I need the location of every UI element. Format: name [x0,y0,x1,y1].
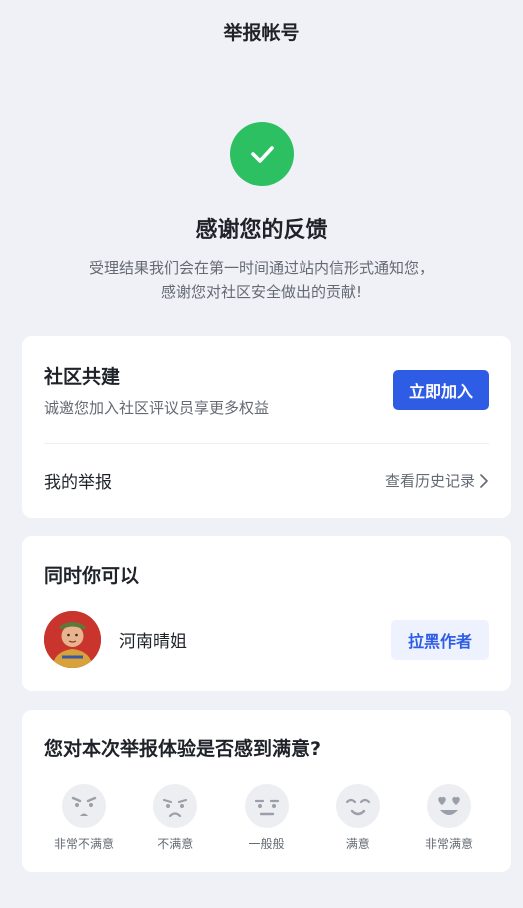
rating-very-satisfied[interactable]: 非常满意 [409,783,489,852]
community-title: 社区共建 [44,365,121,388]
my-report-label: 我的举报 [44,473,112,493]
check-icon [229,122,294,186]
rating-label: 一般般 [248,837,285,851]
rating-options: 非常不满意 不满意 一般般 满意 非常满意 [44,783,489,852]
user-name[interactable]: 河南晴姐 [119,627,187,652]
rating-satisfied[interactable]: 满意 [318,783,398,852]
community-row: 社区共建 诚邀您加入社区评议员享更多权益 立即加入 [44,336,489,444]
success-desc-line1: 受理结果我们会在第一时间通过站内信形式通知您， [88,259,434,277]
satisfied-face-icon [335,784,380,828]
rating-label: 满意 [345,837,370,851]
rating-very-unsatisfied[interactable]: 非常不满意 [44,783,124,852]
history-link[interactable]: 查看历史记录 [385,470,489,491]
rating-neutral[interactable]: 一般般 [227,783,307,852]
block-author-button[interactable]: 拉黑作者 [391,619,489,660]
success-desc-line2: 感谢您对社区安全做出的贡献! [160,283,362,301]
community-text: 社区共建 诚邀您加入社区评议员享更多权益 [44,362,269,418]
rating-label: 非常满意 [424,837,473,851]
my-report-row[interactable]: 我的举报 查看历史记录 [44,444,489,517]
success-title: 感谢您的反馈 [195,218,328,243]
success-section: 感谢您的反馈 受理结果我们会在第一时间通过站内信形式通知您， 感谢您对社区安全做… [0,122,523,304]
user-info[interactable]: 河南晴姐 [44,611,187,668]
community-subtitle: 诚邀您加入社区评议员享更多权益 [44,398,270,417]
very-satisfied-face-icon [427,784,471,828]
rating-unsatisfied[interactable]: 不满意 [135,783,215,852]
page-title: 举报帐号 [223,21,300,44]
unsatisfied-face-icon [153,784,198,828]
history-label: 查看历史记录 [384,472,475,490]
rating-label: 不满意 [157,837,194,851]
user-row: 河南晴姐 拉黑作者 [44,611,489,668]
success-description: 受理结果我们会在第一时间通过站内信形式通知您， 感谢您对社区安全做出的贡献! [42,256,482,304]
join-button[interactable]: 立即加入 [393,369,489,410]
rating-label: 非常不满意 [53,837,114,851]
survey-title: 您对本次举报体验是否感到满意? [44,738,322,760]
top-bar: 举报帐号 [0,0,523,62]
also-card: 同时你可以 河南晴姐 拉黑作者 [22,536,511,691]
community-card: 社区共建 诚邀您加入社区评议员享更多权益 立即加入 我的举报 查看历史记录 [22,336,511,518]
survey-card: 您对本次举报体验是否感到满意? 非常不满意 不满意 一般般 满意 非常满意 [22,710,511,872]
neutral-face-icon [244,784,289,828]
chevron-right-icon [480,473,488,488]
very-unsatisfied-face-icon [62,784,106,828]
avatar[interactable] [44,611,101,668]
also-title: 同时你可以 [44,565,140,587]
